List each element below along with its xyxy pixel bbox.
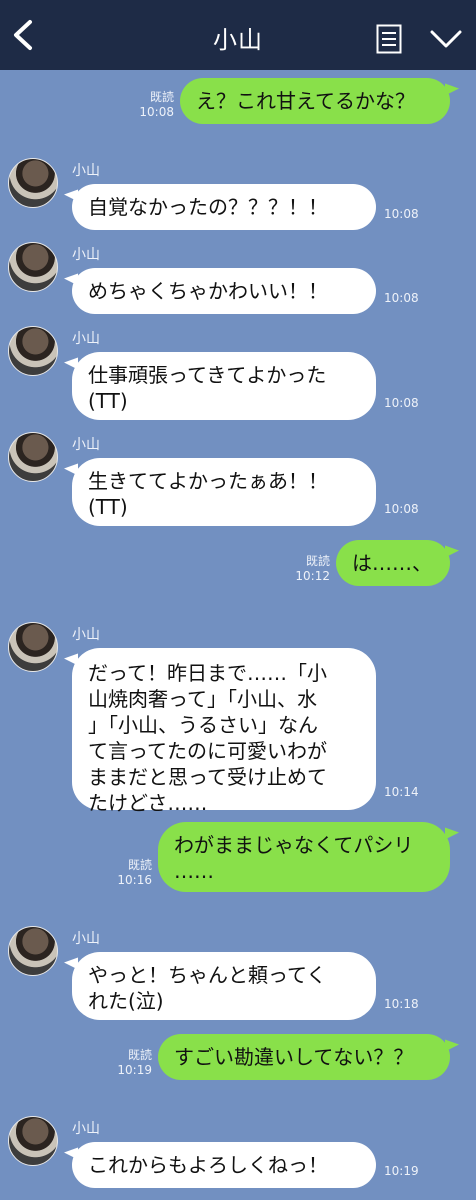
message-time: 10:14	[384, 785, 419, 799]
read-label: 既読	[305, 554, 330, 568]
avatar[interactable]	[8, 432, 58, 482]
message-time: 10:08	[384, 291, 419, 305]
message-time: 10:16	[117, 873, 152, 887]
avatar[interactable]	[8, 622, 58, 672]
message-time: 10:08	[384, 396, 419, 410]
incoming-message[interactable]: 仕事頑張ってきてよかった (TT)	[72, 352, 376, 420]
read-receipt: 既読 10:12	[284, 554, 330, 584]
incoming-message[interactable]: 自覚なかったの？？？！！	[72, 184, 376, 230]
sender-name: 小山	[72, 437, 100, 453]
outgoing-message[interactable]: すごい勘違いしてない？？	[158, 1034, 450, 1080]
message-thread: 既読 10:08 え？これ甘えてるかな？ 小山 自覚なかったの？？？！！ 10:…	[0, 70, 476, 1200]
sender-name: 小山	[72, 331, 100, 347]
message-time: 10:19	[384, 1164, 419, 1178]
chat-title: 小山	[213, 26, 263, 54]
sender-name: 小山	[72, 627, 100, 643]
read-label: 既読	[127, 1048, 152, 1062]
avatar[interactable]	[8, 242, 58, 292]
outgoing-message[interactable]: は……、	[336, 540, 450, 586]
outgoing-message[interactable]: え？これ甘えてるかな？	[180, 78, 450, 124]
message-time: 10:08	[384, 207, 419, 221]
avatar[interactable]	[8, 1116, 58, 1166]
read-label: 既読	[149, 90, 174, 104]
read-label: 既読	[127, 858, 152, 872]
incoming-message[interactable]: やっと！ちゃんと頼ってく れた(泣)	[72, 952, 376, 1020]
message-time: 10:08	[139, 105, 174, 119]
incoming-message[interactable]: 生きててよかったぁあ！！ (TT)	[72, 458, 376, 526]
avatar[interactable]	[8, 926, 58, 976]
sender-name: 小山	[72, 163, 100, 179]
chevron-down-icon[interactable]	[430, 28, 462, 50]
avatar[interactable]	[8, 326, 58, 376]
chat-header: 小山	[0, 0, 476, 70]
incoming-message[interactable]: めちゃくちゃかわいい！！	[72, 268, 376, 314]
read-receipt: 既読 10:19	[104, 1048, 152, 1078]
read-receipt: 既読 10:08	[128, 90, 174, 120]
message-time: 10:12	[295, 569, 330, 583]
message-time: 10:19	[117, 1063, 152, 1077]
outgoing-message[interactable]: わがままじゃなくてパシリ ……	[158, 822, 450, 892]
incoming-message[interactable]: これからもよろしくねっ！	[72, 1142, 376, 1188]
incoming-message[interactable]: だって！昨日まで……「小 山焼肉奢って」「小山、水 」「小山、うるさい」なん て…	[72, 648, 376, 815]
message-time: 10:18	[384, 997, 419, 1011]
sender-name: 小山	[72, 931, 100, 947]
read-receipt: 既読 10:16	[104, 858, 152, 888]
message-time: 10:08	[384, 502, 419, 516]
notes-icon[interactable]	[376, 24, 402, 54]
sender-name: 小山	[72, 1121, 100, 1137]
avatar[interactable]	[8, 158, 58, 208]
sender-name: 小山	[72, 247, 100, 263]
